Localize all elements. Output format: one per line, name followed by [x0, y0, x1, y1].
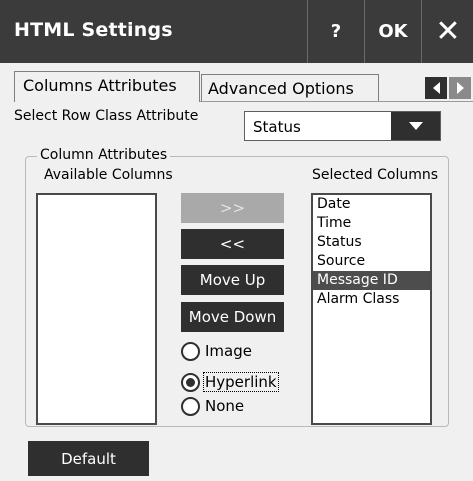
column-attributes-legend: Column Attributes: [37, 147, 171, 163]
row-class-select[interactable]: Status: [244, 111, 441, 141]
remove-all-button[interactable]: <<: [181, 229, 284, 259]
radio-circle[interactable]: [181, 341, 200, 361]
radio-dot: [186, 377, 195, 387]
move-up-button[interactable]: Move Up: [181, 265, 284, 295]
list-item-selected[interactable]: Message ID: [313, 271, 430, 290]
add-all-button[interactable]: >>: [181, 193, 284, 223]
radio-image-label: Image: [205, 342, 252, 360]
radio-circle-checked[interactable]: [181, 372, 200, 392]
radio-hyperlink[interactable]: Hyperlink: [181, 371, 279, 393]
ok-button[interactable]: OK: [364, 0, 421, 63]
row-class-label: Select Row Class Attribute: [14, 108, 199, 124]
radio-none[interactable]: None: [181, 395, 245, 417]
selected-columns-label: Selected Columns: [312, 167, 439, 183]
row-class-value: Status: [253, 118, 301, 136]
list-item[interactable]: Date: [313, 195, 430, 214]
dropdown-button[interactable]: [391, 112, 440, 140]
list-item[interactable]: Status: [313, 233, 430, 252]
help-button[interactable]: ?: [307, 0, 364, 63]
radio-image[interactable]: Image: [181, 340, 253, 362]
list-item[interactable]: Source: [313, 252, 430, 271]
selected-columns-list[interactable]: Date Time Status Source Message ID Alarm…: [311, 193, 432, 425]
radio-hyperlink-label: Hyperlink: [203, 372, 279, 392]
chevron-down-icon: [408, 122, 423, 130]
window-title: HTML Settings: [14, 19, 173, 41]
available-columns-list[interactable]: [36, 193, 157, 425]
list-item[interactable]: Time: [313, 214, 430, 233]
tab-scroll-right-button[interactable]: [449, 77, 471, 99]
move-down-button[interactable]: Move Down: [181, 302, 284, 332]
tab-scroll-left-button[interactable]: [425, 77, 447, 99]
close-icon: ✕: [435, 14, 461, 49]
radio-circle[interactable]: [181, 396, 200, 416]
close-button[interactable]: ✕: [421, 0, 473, 63]
chevron-right-icon: [456, 82, 464, 94]
radio-none-label: None: [205, 397, 245, 415]
tab-columns-attributes[interactable]: Columns Attributes: [14, 71, 200, 102]
default-button[interactable]: Default: [28, 441, 149, 476]
chevron-left-icon: [432, 82, 440, 94]
title-bar: HTML Settings ? OK ✕: [0, 0, 473, 63]
available-columns-label: Available Columns: [44, 167, 173, 183]
list-item[interactable]: Alarm Class: [313, 290, 430, 309]
tab-advanced-options[interactable]: Advanced Options: [201, 74, 379, 102]
